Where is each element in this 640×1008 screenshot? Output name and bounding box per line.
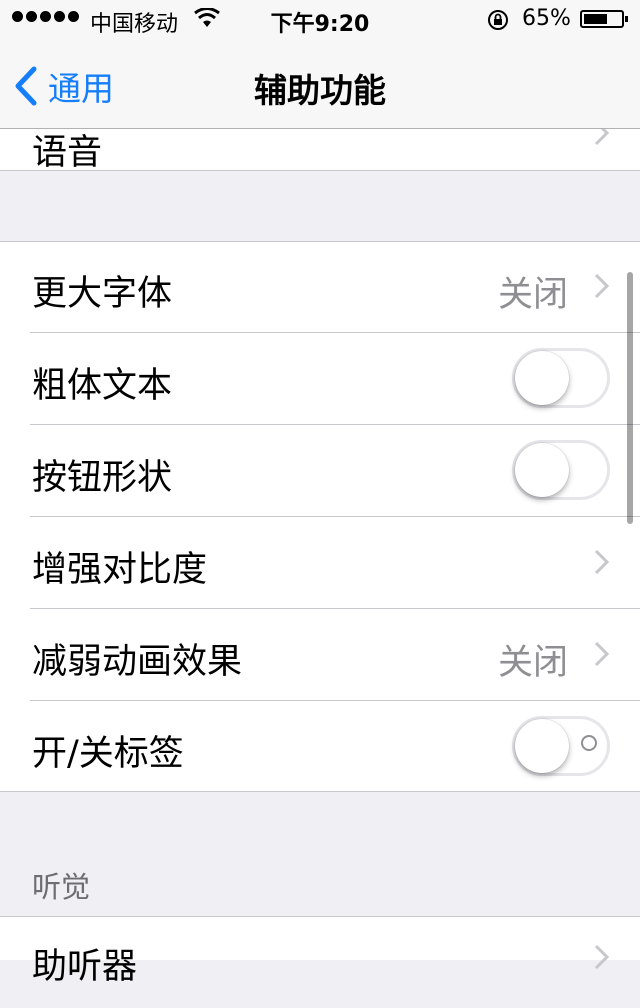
status-bar: 中国移动 下午9:20 65% bbox=[0, 0, 640, 40]
scroll-indicator[interactable] bbox=[627, 272, 633, 524]
group-separator bbox=[0, 791, 640, 792]
row-label: 减弱动画效果 bbox=[32, 642, 243, 682]
hearing-aids-row[interactable]: 助听器 bbox=[0, 916, 640, 1008]
section-header-hearing: 听觉 bbox=[32, 870, 91, 904]
rotation-lock-icon bbox=[488, 10, 508, 30]
chevron-right-icon bbox=[594, 549, 610, 575]
page-title: 辅助功能 bbox=[254, 71, 386, 110]
hearing-group: 助听器 bbox=[0, 916, 640, 987]
increase-contrast-row[interactable]: 增强对比度 bbox=[0, 517, 640, 609]
on-off-labels-row: 开/关标签 bbox=[0, 701, 640, 793]
button-shapes-toggle[interactable] bbox=[512, 440, 610, 500]
row-label: 更大字体 bbox=[32, 274, 173, 314]
toggle-knob bbox=[515, 443, 569, 497]
button-shapes-row: 按钮形状 bbox=[0, 425, 640, 517]
chevron-right-icon bbox=[594, 273, 610, 299]
battery-icon bbox=[580, 10, 628, 28]
bold-text-toggle[interactable] bbox=[512, 348, 610, 408]
chevron-right-icon bbox=[594, 641, 610, 667]
navigation-bar: 通用 辅助功能 bbox=[0, 40, 640, 129]
battery-percent: 65% bbox=[522, 6, 571, 31]
row-label: 粗体文本 bbox=[32, 366, 173, 406]
chevron-right-icon bbox=[594, 944, 610, 970]
row-label: 按钮形状 bbox=[32, 458, 173, 498]
toggle-knob bbox=[515, 719, 569, 773]
larger-text-row[interactable]: 更大字体 关闭 bbox=[0, 241, 640, 333]
on-off-labels-toggle[interactable] bbox=[512, 716, 610, 776]
row-label: 开/关标签 bbox=[32, 734, 184, 774]
row-value: 关闭 bbox=[497, 275, 568, 315]
display-settings-group: 更大字体 关闭 粗体文本 按钮形状 增强对比度 减弱动画效果 关闭 开/关标签 bbox=[0, 241, 640, 792]
reduce-motion-row[interactable]: 减弱动画效果 关闭 bbox=[0, 609, 640, 701]
row-value: 关闭 bbox=[497, 643, 568, 683]
row-label: 语音 bbox=[32, 133, 103, 173]
row-label: 增强对比度 bbox=[32, 550, 208, 590]
battery-fill bbox=[584, 14, 607, 24]
group-separator bbox=[0, 170, 640, 171]
off-label-icon bbox=[581, 735, 597, 751]
row-label: 助听器 bbox=[32, 947, 138, 987]
bold-text-row: 粗体文本 bbox=[0, 333, 640, 425]
battery-nub bbox=[625, 16, 628, 22]
toggle-knob bbox=[515, 351, 569, 405]
